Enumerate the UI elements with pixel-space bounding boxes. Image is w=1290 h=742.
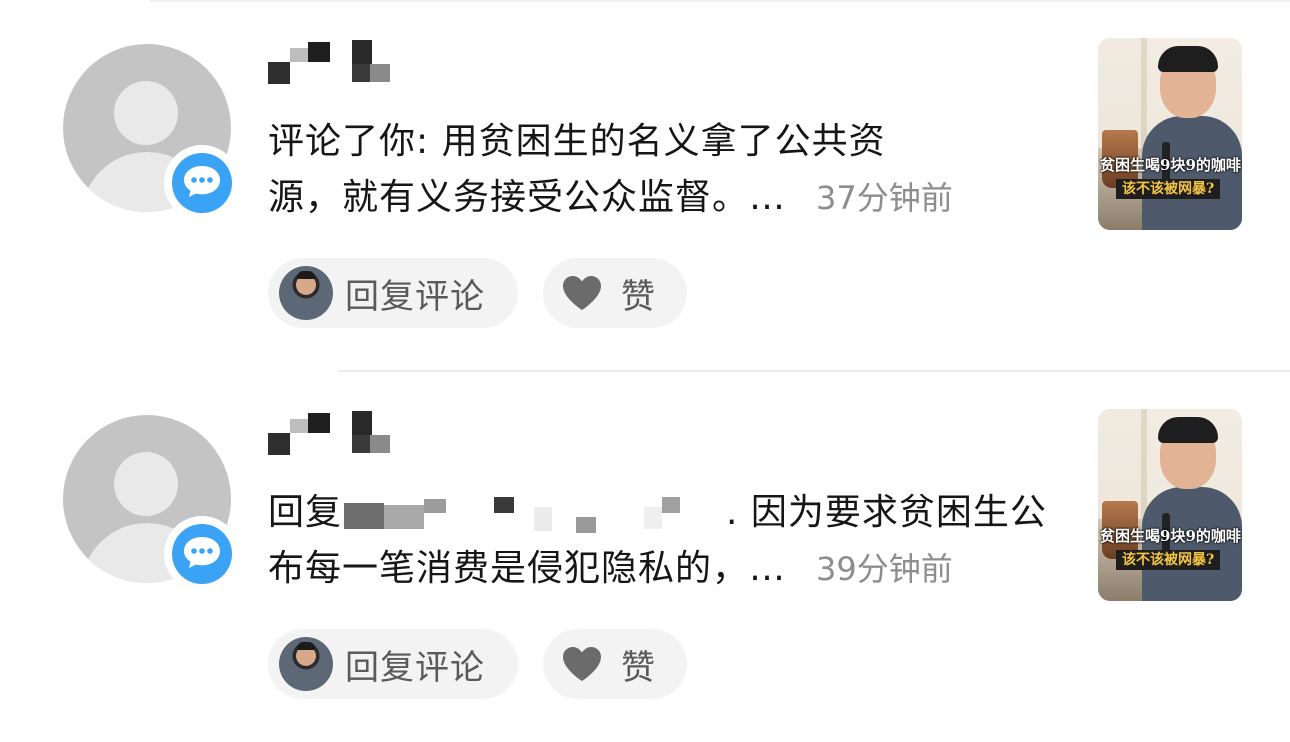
thumbnail-tag: 该不该被网暴?: [1116, 550, 1221, 570]
comment-badge: [164, 145, 240, 221]
comment-line-1: . 因为要求贫困生公: [726, 492, 1047, 533]
reply-comment-button[interactable]: 回复评论: [268, 629, 518, 699]
timestamp: 39分钟前: [816, 550, 953, 588]
timestamp: 37分钟前: [816, 179, 953, 217]
video-thumbnail[interactable]: 贫困生喝9块9的咖啡 该不该被网暴?: [1098, 409, 1242, 601]
thumbnail-caption: 贫困生喝9块9的咖啡: [1100, 156, 1241, 174]
comment-line-2: 布每一笔消费是侵犯隐私的，…: [268, 548, 787, 589]
reply-label: 回复评论: [345, 276, 485, 317]
avatar-placeholder-head: [114, 452, 178, 516]
notification-item[interactable]: 评论了你: 用贫困生的名义拿了公共资 源，就有义务接受公众监督。… 37分钟前 贫…: [0, 0, 1290, 370]
my-avatar: [279, 266, 333, 320]
notification-feed: 评论了你: 用贫困生的名义拿了公共资 源，就有义务接受公众监督。… 37分钟前 贫…: [0, 0, 1290, 742]
comment-bubble-icon: [172, 153, 232, 213]
reply-prefix: 回复: [268, 492, 343, 533]
like-button[interactable]: 赞: [543, 629, 687, 699]
thumbnail-tag: 该不该被网暴?: [1116, 179, 1221, 199]
redacted-username: [344, 493, 724, 535]
heart-icon: [563, 276, 601, 310]
my-avatar: [279, 637, 333, 691]
like-label: 赞: [621, 276, 656, 317]
username-redacted[interactable]: [268, 411, 398, 455]
thumbnail-caption: 贫困生喝9块9的咖啡: [1100, 527, 1241, 545]
reply-comment-button[interactable]: 回复评论: [268, 258, 518, 328]
comment-text[interactable]: 回复 . 因为要求贫困生公 布每一笔消费是侵犯隐私的，… 39分钟前: [268, 485, 1048, 597]
avatar-placeholder-head: [114, 81, 178, 145]
comment-line-2: 源，就有义务接受公众监督。…: [268, 177, 787, 218]
like-label: 赞: [621, 647, 656, 688]
comment-bubble-icon: [172, 524, 232, 584]
video-thumbnail[interactable]: 贫困生喝9块9的咖啡 该不该被网暴?: [1098, 38, 1242, 230]
heart-icon: [563, 647, 601, 681]
username-redacted[interactable]: [268, 40, 398, 84]
comment-badge: [164, 516, 240, 592]
like-button[interactable]: 赞: [543, 258, 687, 328]
notification-item[interactable]: 回复 . 因为要求贫困生公 布每一笔消费是侵犯隐私的，…39分钟前 贫困生喝9: [0, 371, 1290, 741]
comment-line-1: 评论了你: 用贫困生的名义拿了公共资: [268, 121, 886, 162]
reply-label: 回复评论: [345, 647, 485, 688]
comment-text[interactable]: 评论了你: 用贫困生的名义拿了公共资 源，就有义务接受公众监督。… 37分钟前: [268, 114, 1048, 226]
